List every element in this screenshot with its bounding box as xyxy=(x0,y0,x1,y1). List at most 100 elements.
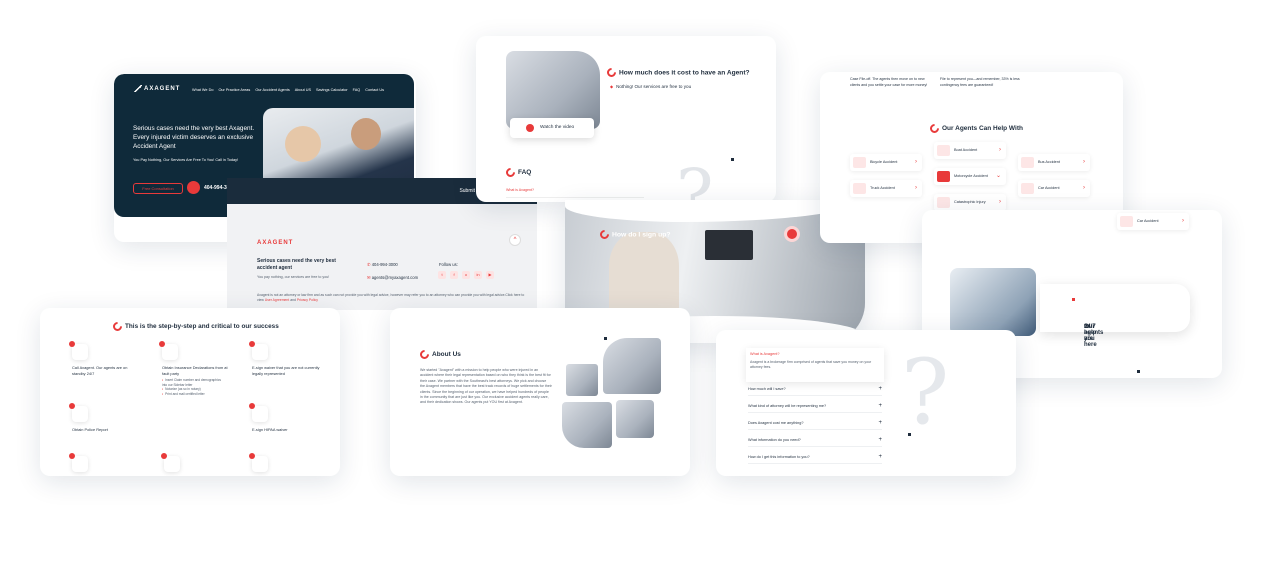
decor-dot xyxy=(604,337,607,340)
step-icon xyxy=(161,453,180,472)
scroll-top-icon[interactable]: ^ xyxy=(509,234,521,246)
accident-label: Car Accident xyxy=(1137,219,1159,223)
footer-email-text: agents@myaxagent.com xyxy=(371,275,419,280)
faq-item[interactable]: How much will I save? xyxy=(748,384,882,396)
play-icon[interactable] xyxy=(784,226,800,242)
cost-card: Watch the video How much does it cost to… xyxy=(476,36,776,202)
accident-motorcycle[interactable]: Motorcycle Accident ⌄ xyxy=(934,168,1006,185)
youtube-icon[interactable]: ▶ xyxy=(486,271,494,279)
ring-icon xyxy=(504,166,517,179)
calculator-icon xyxy=(69,453,88,472)
step-label: Obtain Insurance Declarations from at fa… xyxy=(162,365,228,376)
footer-logo[interactable]: AXAGENT xyxy=(257,240,293,246)
woman-shape xyxy=(609,232,679,317)
boat-icon xyxy=(937,145,950,156)
car-icon xyxy=(1120,216,1133,227)
nav-item[interactable]: FAQ xyxy=(353,88,361,92)
accident-label: Car Accident xyxy=(1038,186,1060,190)
headset-icon xyxy=(69,341,88,360)
faq-item[interactable]: Does Axagent cost me anything? xyxy=(748,418,882,430)
nav-item[interactable]: Savings Calculator xyxy=(316,88,348,92)
support-text-post: to help you xyxy=(1084,324,1097,342)
chevron-right-icon: › xyxy=(1182,218,1184,224)
chevron-right-icon: › xyxy=(999,147,1001,153)
accident-car[interactable]: Car Accident › xyxy=(1117,213,1189,230)
sign-icon xyxy=(249,341,268,360)
watch-video-button[interactable]: Watch the video xyxy=(510,118,594,138)
instagram-icon[interactable]: o xyxy=(462,271,470,279)
cost-question: How much does it cost to have an Agent? xyxy=(605,66,750,79)
accident-catastrophic[interactable]: Catastrophic Injury › xyxy=(934,194,1006,211)
person-head xyxy=(351,118,381,150)
faq-item[interactable]: How do I get this information to you? xyxy=(748,452,882,464)
social-links: t f o in ▶ xyxy=(438,271,494,279)
faq-item-open[interactable]: What is Axagent? Axagent is a brokerage … xyxy=(746,348,884,382)
nav-item[interactable]: What We Do xyxy=(192,88,213,92)
user-agreement-link[interactable]: User Agreement xyxy=(265,298,290,302)
document-icon xyxy=(159,341,178,360)
contract-icon xyxy=(249,453,268,472)
footer-phone[interactable]: ✆ 404-994-3000 xyxy=(367,262,398,267)
ring-icon xyxy=(418,348,431,361)
decor-dot xyxy=(1072,298,1075,301)
nav-item[interactable]: Our Accident Agents xyxy=(255,88,289,92)
accident-truck[interactable]: Truck Accident › xyxy=(850,180,922,197)
money-icon xyxy=(161,453,180,472)
accident-car[interactable]: Car Accident › xyxy=(1018,180,1090,197)
faq-answer: Axagent is a brokerage firm comprised of… xyxy=(750,360,872,369)
cost-answer: Nothing! Our services are free to you xyxy=(610,84,691,89)
step-label: E-sign HIPAA waiver xyxy=(252,427,288,432)
signup-title: How do I sign up? xyxy=(598,228,671,241)
step-label: E-sign waiver that you are not currently… xyxy=(252,365,320,376)
step-icon xyxy=(249,453,268,472)
nav-item[interactable]: Contact Us xyxy=(365,88,384,92)
accident-bicycle[interactable]: Bicycle Accident › xyxy=(850,154,922,171)
twitter-icon[interactable]: t xyxy=(438,271,446,279)
ring-icon xyxy=(598,228,611,241)
step-subitem: Insert Claim number and demographics int… xyxy=(162,378,226,387)
decor-dot xyxy=(1137,370,1140,373)
about-photo xyxy=(603,338,661,394)
steps-title-text: This is the step-by-step and critical to… xyxy=(125,323,279,331)
bicycle-icon xyxy=(853,157,866,168)
accident-bus[interactable]: Bus Accident › xyxy=(1018,154,1090,171)
logo-icon xyxy=(134,85,142,92)
person-head xyxy=(285,126,321,162)
step-call: Call Axagent. Our agents are on standby … xyxy=(69,341,140,376)
police-icon xyxy=(69,403,88,422)
chevron-right-icon: › xyxy=(915,159,917,165)
step-label: Obtain Police Report xyxy=(72,427,108,432)
about-photo xyxy=(566,364,598,396)
step-police: Obtain Police Report xyxy=(69,403,140,433)
footer-subtext: You pay nothing, our services are free t… xyxy=(257,275,330,279)
faq-item[interactable]: What kind of attorney will be representi… xyxy=(748,401,882,413)
ring-icon xyxy=(605,66,618,79)
logo[interactable]: AXAGENT xyxy=(134,85,180,92)
step-label: Call Axagent. Our agents are on standby … xyxy=(72,365,128,376)
agent-photo xyxy=(950,268,1036,336)
facebook-icon[interactable]: f xyxy=(450,271,458,279)
about-card: About Us We started "Axagent" with a mis… xyxy=(390,308,690,476)
nav-item[interactable]: Our Practice Areas xyxy=(218,88,250,92)
medical-icon xyxy=(249,403,268,422)
step-waiver: E-sign waiver that you are not currently… xyxy=(249,341,320,376)
footer-email[interactable]: ✉ agents@myaxagent.com xyxy=(367,275,418,280)
free-consultation-button[interactable]: Free Consultation xyxy=(133,183,183,194)
monitor-shape xyxy=(705,230,753,260)
main-nav: What We Do Our Practice Areas Our Accide… xyxy=(192,88,384,92)
phone-icon[interactable] xyxy=(187,181,200,194)
hero-headline: Serious cases need the very best Axagent… xyxy=(133,125,255,150)
chevron-right-icon: › xyxy=(1083,185,1085,191)
linkedin-icon[interactable]: in xyxy=(474,271,482,279)
nav-item[interactable]: About US xyxy=(295,88,311,92)
agents-text: Case File-off. The agents then move on t… xyxy=(850,77,928,87)
step-sublist: Insert Claim number and demographics int… xyxy=(162,378,230,396)
accident-boat[interactable]: Boat Accident › xyxy=(934,142,1006,159)
submit-button[interactable]: Submit xyxy=(459,188,475,194)
faq-item[interactable]: What information do you need? xyxy=(748,435,882,447)
about-title: About Us xyxy=(418,348,461,361)
faq-item[interactable]: What is Axagent? xyxy=(506,188,644,198)
about-photo xyxy=(616,400,654,438)
decor-dot xyxy=(731,158,734,161)
privacy-policy-link[interactable]: Privacy Policy xyxy=(297,298,318,302)
